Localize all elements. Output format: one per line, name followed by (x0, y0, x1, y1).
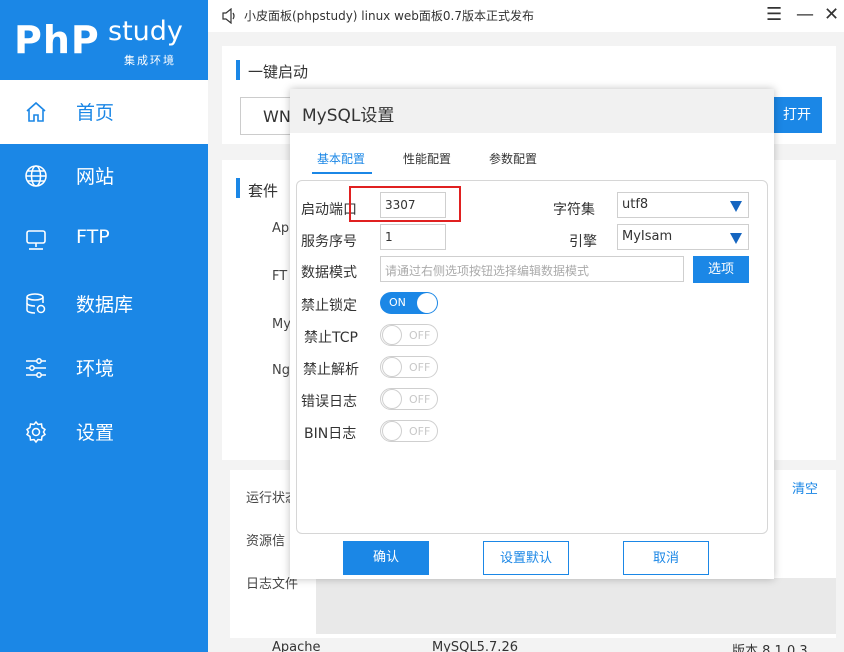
minimize-icon[interactable]: — (796, 4, 814, 25)
tab-basic-config[interactable]: 基本配置 (317, 150, 365, 167)
bottom-apache: Apache (272, 640, 321, 652)
chevron-down-icon (730, 201, 742, 212)
bottom-mysql: MySQL5.7.26 (432, 640, 518, 652)
logo-subtitle: 集成环境 (124, 54, 176, 67)
sidebar-item-settings[interactable]: 设置 (0, 400, 208, 464)
gear-icon (25, 420, 47, 444)
sidebar-item-environment[interactable]: 环境 (0, 336, 208, 400)
disable-lock-toggle[interactable]: ON (380, 292, 438, 314)
database-icon (26, 293, 46, 314)
service-number-input[interactable]: 1 (380, 224, 446, 250)
announcement-text[interactable]: 小皮面板(phpstudy) linux web面板0.7版本正式发布 (244, 7, 534, 24)
version-text: 版本 8.1.0.3 (732, 644, 808, 652)
active-tab-indicator (312, 172, 372, 174)
dialog-header: MySQL设置 (290, 89, 774, 133)
toggle-state: OFF (409, 393, 431, 406)
app-logo: PhP study 集成环境 (0, 0, 208, 80)
log-output-box (316, 578, 836, 634)
error-log-toggle[interactable]: OFF (380, 388, 438, 410)
toggle-knob (382, 357, 402, 377)
home-icon (26, 101, 46, 122)
sidebar-item-label: 首页 (76, 102, 115, 124)
speaker-icon (222, 8, 235, 24)
clear-link[interactable]: 清空 (792, 478, 818, 497)
sidebar-item-database[interactable]: 数据库 (0, 272, 208, 336)
titlebar: 小皮面板(phpstudy) linux web面板0.7版本正式发布 ☰ — … (208, 0, 844, 32)
toggle-state: OFF (409, 361, 431, 374)
tab-performance-config[interactable]: 性能配置 (403, 150, 451, 167)
menu-icon[interactable]: ☰ (766, 4, 782, 25)
suite-label-mysql: My (272, 317, 291, 332)
sliders-icon (26, 358, 46, 378)
sidebar-item-label: 数据库 (76, 294, 134, 316)
service-number-label: 服务序号 (301, 234, 357, 250)
cancel-button[interactable]: 取消 (623, 541, 709, 575)
tab-parameter-config[interactable]: 参数配置 (489, 150, 537, 167)
toggle-label-error-log: 错误日志 (301, 394, 357, 410)
data-mode-label: 数据模式 (301, 265, 357, 281)
toggle-state: OFF (409, 425, 431, 438)
sidebar: PhP study 集成环境 首页 网站 FTP 数据库 环境 设置 (0, 0, 208, 652)
disable-tcp-toggle[interactable]: OFF (380, 324, 438, 346)
sidebar-item-website[interactable]: 网站 (0, 144, 208, 208)
section-marker (236, 178, 240, 198)
toggle-knob (382, 421, 402, 441)
confirm-button[interactable]: 确认 (343, 541, 429, 575)
toggle-label-bin-log: BIN日志 (304, 426, 357, 442)
sidebar-item-label: 设置 (76, 422, 115, 444)
options-button[interactable]: 选项 (693, 256, 749, 283)
disable-resolve-toggle[interactable]: OFF (380, 356, 438, 378)
toggle-knob (382, 389, 402, 409)
port-highlight-box (349, 186, 461, 222)
suite-label-apache: Ap (272, 221, 290, 236)
charset-value: utf8 (622, 197, 649, 212)
toggle-state: OFF (409, 329, 431, 342)
engine-select[interactable]: MyIsam (617, 224, 749, 250)
set-default-button[interactable]: 设置默认 (483, 541, 569, 575)
charset-label: 字符集 (553, 202, 595, 218)
toggle-knob (382, 325, 402, 345)
dialog-title: MySQL设置 (302, 106, 395, 126)
monitor-icon (26, 230, 46, 250)
resource-label: 资源信 (246, 534, 286, 549)
globe-icon (25, 165, 47, 187)
sidebar-item-label: 网站 (76, 166, 115, 188)
charset-select[interactable]: utf8 (617, 192, 749, 218)
bin-log-toggle[interactable]: OFF (380, 420, 438, 442)
open-button[interactable]: 打开 (772, 97, 822, 133)
logo-study: study (108, 16, 183, 47)
sidebar-item-ftp[interactable]: FTP (0, 208, 208, 272)
section-marker (236, 60, 240, 80)
chevron-down-icon (730, 233, 742, 244)
section-title-suite: 套件 (248, 182, 279, 200)
data-mode-input[interactable]: 请通过右侧选项按钮选择编辑数据模式 (380, 256, 684, 282)
toggle-label-disable-tcp: 禁止TCP (304, 330, 358, 346)
engine-label: 引擎 (569, 234, 597, 250)
engine-value: MyIsam (622, 229, 673, 244)
toggle-label-disable-resolve: 禁止解析 (303, 362, 359, 378)
suite-label-nginx: Ng (272, 363, 290, 378)
toggle-label-disable-lock: 禁止锁定 (301, 298, 357, 314)
toggle-state: ON (389, 296, 406, 309)
section-title-quickstart: 一键启动 (248, 63, 309, 81)
suite-label-ftp: FT (272, 269, 288, 284)
logo-php: PhP (14, 18, 100, 62)
sidebar-item-label: FTP (76, 226, 110, 248)
sidebar-item-label: 环境 (76, 358, 115, 380)
close-icon[interactable]: ✕ (824, 4, 839, 25)
toggle-knob (417, 293, 437, 313)
sidebar-item-home[interactable]: 首页 (0, 80, 208, 144)
